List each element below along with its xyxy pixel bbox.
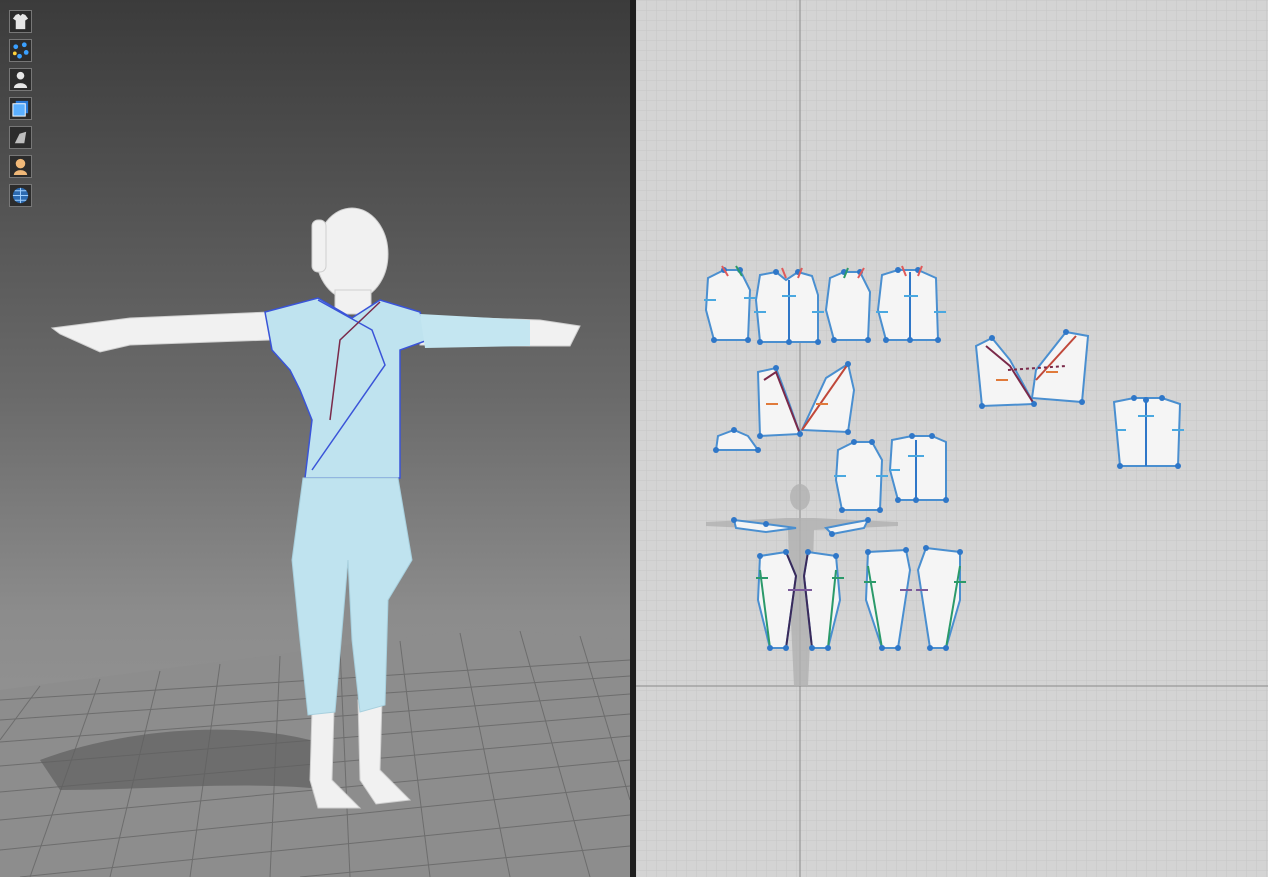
environment-display-icon — [12, 187, 29, 204]
garment-top[interactable] — [264, 297, 530, 479]
texture-display-button[interactable] — [9, 97, 32, 120]
avatar-skin-icon — [13, 158, 28, 176]
viewport-toolbar — [9, 10, 34, 213]
avatar-display-button[interactable] — [9, 68, 32, 91]
pattern-canvas — [636, 0, 1268, 877]
pattern-piece-3 — [824, 271, 872, 341]
pattern-piece-1 — [704, 269, 752, 341]
point-display-button[interactable] — [9, 39, 32, 62]
garment-display-button[interactable] — [9, 10, 32, 33]
point-display-icon — [12, 42, 29, 59]
garment-display-icon — [12, 13, 29, 30]
pattern-piece-4 — [876, 269, 940, 341]
pattern-piece-2 — [754, 270, 819, 343]
pattern-piece-12 — [888, 435, 947, 501]
viewport-3d[interactable] — [0, 0, 630, 877]
texture-display-icon — [12, 100, 29, 117]
scene-3d — [0, 207, 630, 877]
avatar-skin-button[interactable] — [9, 155, 32, 178]
environment-display-button[interactable] — [9, 184, 32, 207]
shading-display-button[interactable] — [9, 126, 32, 149]
avatar-display-icon — [13, 71, 28, 89]
viewport-2d[interactable] — [636, 0, 1268, 877]
shading-display-icon — [14, 131, 27, 144]
